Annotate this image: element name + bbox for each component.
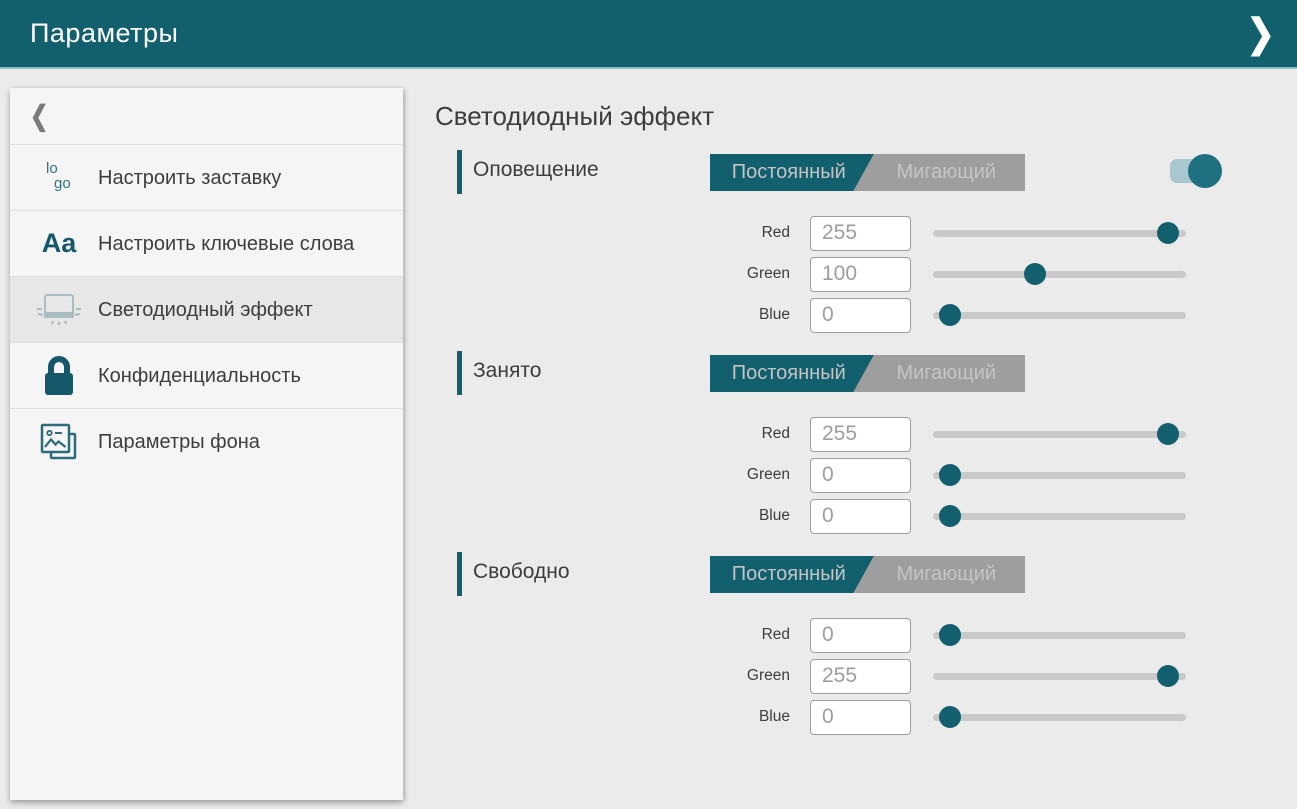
channel-slider[interactable] xyxy=(933,697,1186,737)
chevron-right-icon[interactable]: ❯ xyxy=(1247,11,1276,57)
channel-label: Blue xyxy=(457,306,790,324)
channel-row-red: Red xyxy=(457,213,1217,253)
led-monitor-icon xyxy=(35,291,83,329)
section-accent-bar xyxy=(457,552,462,596)
mode-option-blinking[interactable]: Мигающий xyxy=(868,556,1026,593)
mode-option-constant[interactable]: Постоянный xyxy=(710,556,868,593)
main-content: Светодиодный эффект Оповещение Постоянны… xyxy=(435,69,1297,809)
content-title: Светодиодный эффект xyxy=(435,101,1297,132)
channel-label: Green xyxy=(457,265,790,283)
sidebar-item-privacy[interactable]: Конфиденциальность xyxy=(10,343,403,409)
section-notification: Оповещение Постоянный Мигающий Red xyxy=(457,148,1217,349)
aa-icon: Aa xyxy=(42,228,77,259)
sections: Оповещение Постоянный Мигающий Red xyxy=(457,148,1217,751)
channel-slider[interactable] xyxy=(933,656,1186,696)
channel-value-input-blue[interactable] xyxy=(810,700,911,735)
channel-value-input-red[interactable] xyxy=(810,417,911,452)
chevron-left-icon: ❮ xyxy=(30,100,48,133)
channel-value-input-red[interactable] xyxy=(810,618,911,653)
slider-track xyxy=(933,714,1186,721)
slider-track xyxy=(933,312,1186,319)
mode-option-constant[interactable]: Постоянный xyxy=(710,154,868,191)
slider-knob[interactable] xyxy=(1157,423,1179,445)
channel-slider[interactable] xyxy=(933,455,1186,495)
channel-label: Blue xyxy=(457,708,790,726)
channel-label: Green xyxy=(457,667,790,685)
channel-slider[interactable] xyxy=(933,414,1186,454)
sidebar: ❮ lo go Настроить заставку Aa Настроить … xyxy=(10,88,403,800)
channel-row-green: Green xyxy=(457,254,1217,294)
channel-slider[interactable] xyxy=(933,496,1186,536)
channel-value-input-green[interactable] xyxy=(810,257,911,292)
slider-track xyxy=(933,472,1186,479)
slider-track xyxy=(933,673,1186,680)
sidebar-item-led-effect[interactable]: Светодиодный эффект xyxy=(10,277,403,343)
slider-knob[interactable] xyxy=(939,505,961,527)
channel-row-blue: Blue xyxy=(457,295,1217,335)
section-accent-bar xyxy=(457,351,462,395)
lock-icon xyxy=(41,354,77,398)
channel-label: Blue xyxy=(457,507,790,525)
slider-track xyxy=(933,632,1186,639)
section-busy: Занято Постоянный Мигающий Red Green xyxy=(457,349,1217,550)
slider-knob[interactable] xyxy=(939,464,961,486)
channel-label: Red xyxy=(457,425,790,443)
channel-label: Red xyxy=(457,224,790,242)
sidebar-collapse-button[interactable]: ❮ xyxy=(10,88,403,145)
slider-track xyxy=(933,230,1186,237)
slider-knob[interactable] xyxy=(1024,263,1046,285)
channel-value-input-green[interactable] xyxy=(810,458,911,493)
mode-segmented-control: Постоянный Мигающий xyxy=(710,556,1025,593)
page-title: Параметры xyxy=(30,18,178,49)
toggle-knob xyxy=(1188,154,1222,188)
channel-value-input-blue[interactable] xyxy=(810,499,911,534)
enable-toggle[interactable] xyxy=(1170,148,1224,192)
channel-slider[interactable] xyxy=(933,295,1186,335)
slider-knob[interactable] xyxy=(939,624,961,646)
mode-segmented-control: Постоянный Мигающий xyxy=(710,355,1025,392)
sidebar-item-label: Параметры фона xyxy=(98,429,260,455)
section-label: Свободно xyxy=(473,550,570,594)
slider-knob[interactable] xyxy=(939,706,961,728)
section-free: Свободно Постоянный Мигающий Red Green xyxy=(457,550,1217,751)
sidebar-item-keywords[interactable]: Aa Настроить ключевые слова xyxy=(10,211,403,277)
slider-knob[interactable] xyxy=(1157,222,1179,244)
sidebar-item-label: Конфиденциальность xyxy=(98,363,301,389)
channel-label: Red xyxy=(457,626,790,644)
channel-row-blue: Blue xyxy=(457,697,1217,737)
section-label: Занято xyxy=(473,349,541,393)
slider-knob[interactable] xyxy=(1157,665,1179,687)
sidebar-item-label: Настроить заставку xyxy=(98,165,281,191)
slider-track xyxy=(933,431,1186,438)
channel-value-input-blue[interactable] xyxy=(810,298,911,333)
sidebar-item-label: Светодиодный эффект xyxy=(98,297,313,323)
channel-label: Green xyxy=(457,466,790,484)
slider-knob[interactable] xyxy=(939,304,961,326)
section-label: Оповещение xyxy=(473,148,599,192)
channel-row-red: Red xyxy=(457,414,1217,454)
sidebar-item-screensaver[interactable]: lo go Настроить заставку xyxy=(10,145,403,211)
mode-option-blinking[interactable]: Мигающий xyxy=(868,355,1026,392)
channel-row-green: Green xyxy=(457,455,1217,495)
sidebar-item-label: Настроить ключевые слова xyxy=(98,231,354,257)
mode-option-blinking[interactable]: Мигающий xyxy=(868,154,1026,191)
section-accent-bar xyxy=(457,150,462,194)
mode-option-constant[interactable]: Постоянный xyxy=(710,355,868,392)
slider-track xyxy=(933,271,1186,278)
sidebar-item-background[interactable]: Параметры фона xyxy=(10,409,403,475)
background-images-icon xyxy=(38,420,80,464)
channel-row-blue: Blue xyxy=(457,496,1217,536)
mode-segmented-control: Постоянный Мигающий xyxy=(710,154,1025,191)
logo-icon: lo go xyxy=(39,159,79,197)
channel-value-input-red[interactable] xyxy=(810,216,911,251)
slider-track xyxy=(933,513,1186,520)
channel-slider[interactable] xyxy=(933,254,1186,294)
channel-row-red: Red xyxy=(457,615,1217,655)
channel-slider[interactable] xyxy=(933,213,1186,253)
channel-value-input-green[interactable] xyxy=(810,659,911,694)
channel-row-green: Green xyxy=(457,656,1217,696)
app-header: Параметры ❯ xyxy=(0,0,1297,69)
channel-slider[interactable] xyxy=(933,615,1186,655)
